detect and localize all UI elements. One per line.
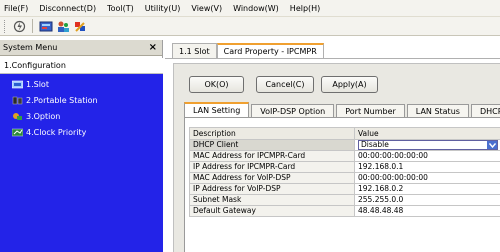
table-row: Subnet Mask 255.255.0.0	[189, 194, 500, 206]
lan-setting-panel: Description Value DHCP Client Disable MA…	[184, 117, 500, 252]
row-value[interactable]: 00:00:00:00:00:00	[354, 150, 500, 162]
system-menu-tree: 1.Configuration 1.Slot 2.Portable Statio…	[0, 58, 163, 252]
menu-file[interactable]: File(F)	[4, 4, 28, 13]
tab-divider	[165, 58, 500, 59]
menu-help[interactable]: Help(H)	[290, 4, 321, 13]
tree-item-label: 3.Option	[26, 112, 61, 121]
apply-button[interactable]: Apply(A)	[321, 76, 378, 93]
row-value[interactable]: 192.168.0.1	[354, 161, 500, 173]
row-label: Subnet Mask	[189, 194, 355, 206]
row-value-cell: Disable	[354, 139, 500, 151]
cancel-button[interactable]: Cancel(C)	[256, 76, 314, 93]
dhcp-client-value: Disable	[361, 140, 389, 149]
tree-item-slot[interactable]: 1.Slot	[12, 78, 49, 91]
ok-button[interactable]: OK(O)	[189, 76, 244, 93]
table-row: MAC Address for IPCMPR-Card 00:00:00:00:…	[189, 150, 500, 162]
dhcp-client-select[interactable]: Disable	[358, 140, 498, 150]
users-icon[interactable]	[55, 19, 70, 34]
system-menu-header: System Menu ×	[0, 40, 162, 56]
row-label: IP Address for IPCMPR-Card	[189, 161, 355, 173]
property-tabs: LAN Setting VoIP-DSP Option Port Number …	[184, 102, 500, 117]
row-value[interactable]: 00:00:00:00:00:00	[354, 172, 500, 184]
menu-tool[interactable]: Tool(T)	[107, 4, 134, 13]
row-label: DHCP Client	[189, 139, 355, 151]
clock-priority-icon	[12, 128, 23, 137]
lightning-icon[interactable]	[12, 19, 27, 34]
tree-item-label: 1.Slot	[26, 80, 49, 89]
close-icon[interactable]: ×	[149, 42, 157, 53]
card-property-frame: OK(O) Cancel(C) Apply(A) LAN Setting VoI…	[173, 63, 500, 252]
toolbar	[0, 17, 500, 36]
main-area: 1.1 Slot Card Property - IPCMPR OK(O) Ca…	[165, 40, 500, 252]
table-row: Default Gateway 48.48.48.48	[189, 205, 500, 217]
tree-item-clock-priority[interactable]: 4.Clock Priority	[12, 126, 86, 139]
menu-window[interactable]: Window(W)	[233, 4, 279, 13]
settings-icon[interactable]	[72, 19, 87, 34]
menu-bar: File(F) Disconnect(D) Tool(T) Utility(U)…	[0, 0, 500, 17]
row-value[interactable]: 192.168.0.2	[354, 183, 500, 195]
row-value[interactable]: 48.48.48.48	[354, 205, 500, 217]
row-label: MAC Address for VoIP-DSP	[189, 172, 355, 184]
chevron-down-icon[interactable]	[487, 141, 497, 149]
menu-disconnect[interactable]: Disconnect(D)	[39, 4, 96, 13]
tab-lan-setting[interactable]: LAN Setting	[184, 102, 250, 117]
table-row: IP Address for IPCMPR-Card 192.168.0.1	[189, 161, 500, 173]
table-row: MAC Address for VoIP-DSP 00:00:00:00:00:…	[189, 172, 500, 184]
slot-icon	[12, 80, 23, 89]
menu-view[interactable]: View(V)	[191, 4, 222, 13]
row-value[interactable]: 255.255.0.0	[354, 194, 500, 206]
tab-port-number[interactable]: Port Number	[336, 104, 405, 117]
column-header-description: Description	[189, 127, 355, 140]
table-row: DHCP Client Disable	[189, 139, 500, 151]
tree-item-label: 2.Portable Station	[26, 96, 98, 105]
menu-utility[interactable]: Utility(U)	[145, 4, 181, 13]
row-label: IP Address for VoIP-DSP	[189, 183, 355, 195]
tree-item-label: 4.Clock Priority	[26, 128, 87, 137]
tree-item-portable-station[interactable]: 2.Portable Station	[12, 94, 98, 107]
card-icon[interactable]	[38, 19, 53, 34]
tree-item-option[interactable]: 3.Option	[12, 110, 60, 123]
toolbar-grip	[4, 19, 7, 33]
document-tabs: 1.1 Slot Card Property - IPCMPR	[172, 43, 324, 58]
option-icon	[13, 113, 22, 120]
row-label: Default Gateway	[189, 205, 355, 217]
tab-card-property[interactable]: Card Property - IPCMPR	[216, 43, 324, 58]
tree-root-configuration[interactable]: 1.Configuration	[0, 58, 163, 74]
toolbar-separator	[32, 19, 33, 33]
lan-setting-table: Description Value DHCP Client Disable MA…	[189, 127, 500, 217]
tab-dhcp[interactable]: DHCP	[470, 104, 500, 117]
tab-slot[interactable]: 1.1 Slot	[172, 43, 217, 58]
tab-voip-dsp-option[interactable]: VoIP-DSP Option	[251, 104, 335, 117]
column-header-value: Value	[354, 127, 500, 140]
tab-lan-status[interactable]: LAN Status	[406, 104, 469, 117]
table-header-row: Description Value	[189, 127, 500, 140]
portable-station-icon	[12, 96, 23, 105]
row-label: MAC Address for IPCMPR-Card	[189, 150, 355, 162]
system-menu-title: System Menu	[3, 43, 58, 52]
table-row: IP Address for VoIP-DSP 192.168.0.2	[189, 183, 500, 195]
system-menu-panel: System Menu × 1.Configuration 1.Slot 2.P…	[0, 40, 163, 252]
